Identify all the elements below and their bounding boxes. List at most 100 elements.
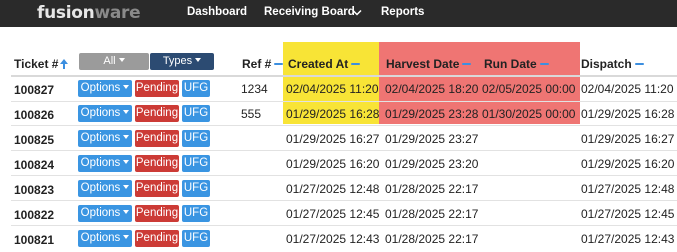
ticket-number[interactable]: 100826 [14, 108, 54, 122]
harvest-cell: 01/28/2025 22:17 [385, 182, 479, 196]
created-cell: 01/27/2025 12:45 [286, 207, 380, 221]
options-button[interactable]: Options [78, 205, 132, 222]
run-cell: 02/05/2025 00:00 [482, 82, 576, 96]
status-badge: Pending [135, 180, 179, 197]
harvest-cell: 01/29/2025 23:20 [385, 157, 479, 171]
dispatch-cell: 01/29/2025 16:27 [581, 132, 675, 146]
options-label: Options [80, 82, 121, 94]
header-created-at[interactable]: Created At [288, 57, 361, 71]
options-label: Options [80, 107, 121, 119]
header-dispatch-label: Dispatch [581, 57, 632, 71]
dispatch-cell: 01/27/2025 12:45 [581, 207, 675, 221]
caret-down-icon [123, 185, 130, 189]
caret-down-icon [123, 210, 130, 214]
type-badge: UFG [182, 180, 210, 197]
row-divider [11, 200, 677, 201]
sort-neutral-icon[interactable] [274, 63, 284, 65]
ticket-number[interactable]: 100824 [14, 158, 54, 172]
harvest-cell: 01/29/2025 23:28 [385, 107, 479, 121]
header-run-date[interactable]: Run Date [484, 57, 549, 71]
table-row[interactable]: 100822 Options Pending UFG 01/27/2025 12… [0, 202, 677, 227]
options-button[interactable]: Options [78, 180, 132, 197]
nav-dashboard-link[interactable]: Dashboard [187, 6, 247, 18]
table-row[interactable]: 100824 Options Pending UFG 01/29/2025 16… [0, 152, 677, 177]
row-divider [11, 125, 677, 126]
ref-cell: 1234 [241, 82, 268, 96]
type-badge: UFG [182, 80, 210, 97]
created-cell: 02/04/2025 11:20 [286, 82, 379, 96]
top-navbar: fusion ware Dashboard Receiving Board Rep… [0, 0, 677, 27]
dispatch-cell: 01/27/2025 12:43 [581, 232, 675, 246]
created-cell: 01/29/2025 16:27 [286, 132, 380, 146]
options-label: Options [80, 157, 121, 169]
status-badge: Pending [135, 80, 179, 97]
options-label: Options [80, 207, 121, 219]
options-label: Options [80, 182, 121, 194]
run-cell: 01/30/2025 00:00 [482, 107, 576, 121]
brand-text-ware: ware [94, 3, 141, 23]
sort-arrow-up-icon[interactable] [60, 59, 69, 69]
options-button[interactable]: Options [78, 105, 132, 122]
dispatch-cell: 01/29/2025 16:20 [581, 157, 675, 171]
header-created-at-label: Created At [288, 57, 349, 71]
row-divider [11, 175, 677, 176]
options-label: Options [80, 232, 121, 244]
types-filter-label: Types [162, 55, 193, 67]
header-dispatch[interactable]: Dispatch [581, 57, 644, 71]
options-button[interactable]: Options [78, 230, 132, 247]
type-badge: UFG [182, 155, 210, 172]
options-label: Options [80, 132, 121, 144]
created-cell: 01/29/2025 16:20 [286, 157, 380, 171]
header-ticket[interactable]: Ticket # [14, 57, 69, 71]
harvest-cell: 02/04/2025 18:20 [385, 82, 479, 96]
brand-text-fusion: fusion [37, 3, 95, 23]
sort-neutral-icon[interactable] [634, 63, 644, 65]
ticket-number[interactable]: 100821 [14, 233, 54, 247]
table-row[interactable]: 100825 Options Pending UFG 01/29/2025 16… [0, 127, 677, 152]
created-cell: 01/29/2025 16:28 [286, 107, 380, 121]
header-harvest-date-label: Harvest Date [386, 57, 460, 71]
sort-neutral-icon[interactable] [462, 63, 472, 65]
header-ref-label: Ref # [242, 57, 272, 71]
header-ticket-label: Ticket # [14, 57, 59, 71]
status-badge: Pending [135, 205, 179, 222]
status-badge: Pending [135, 230, 179, 247]
brand-logo[interactable]: fusion ware [37, 3, 141, 23]
harvest-cell: 01/28/2025 22:17 [385, 207, 479, 221]
caret-down-icon [123, 85, 130, 89]
ticket-number[interactable]: 100822 [14, 208, 54, 222]
all-filter-dropdown[interactable]: All [79, 53, 149, 70]
type-badge: UFG [182, 230, 210, 247]
harvest-cell: 01/28/2025 22:17 [385, 232, 479, 246]
ticket-number[interactable]: 100827 [14, 83, 54, 97]
row-divider [11, 150, 677, 151]
dispatch-cell: 01/29/2025 16:28 [581, 107, 675, 121]
header-run-date-label: Run Date [484, 57, 537, 71]
type-badge: UFG [182, 205, 210, 222]
table-row[interactable]: 100823 Options Pending UFG 01/27/2025 12… [0, 177, 677, 202]
harvest-cell: 01/29/2025 23:27 [385, 132, 479, 146]
table-row[interactable]: 100826 Options Pending UFG 555 01/29/202… [0, 102, 677, 127]
ticket-number[interactable]: 100825 [14, 133, 54, 147]
options-button[interactable]: Options [78, 130, 132, 147]
options-button[interactable]: Options [78, 155, 132, 172]
nav-receiving-board-link[interactable]: Receiving Board [264, 6, 355, 18]
types-filter-dropdown[interactable]: Types [150, 53, 214, 70]
nav-reports-link[interactable]: Reports [381, 6, 424, 18]
caret-down-icon [123, 135, 130, 139]
ticket-number[interactable]: 100823 [14, 183, 54, 197]
caret-down-icon [195, 58, 202, 62]
options-button[interactable]: Options [78, 80, 132, 97]
type-badge: UFG [182, 105, 210, 122]
sort-neutral-icon[interactable] [351, 63, 361, 65]
status-badge: Pending [135, 155, 179, 172]
table-row[interactable]: 100827 Options Pending UFG 1234 02/04/20… [0, 77, 677, 102]
table-row[interactable]: 100821 Options Pending UFG 01/27/2025 12… [0, 227, 677, 252]
header-ref[interactable]: Ref # [242, 57, 284, 71]
chevron-down-icon[interactable] [352, 9, 362, 17]
sort-neutral-icon[interactable] [539, 63, 549, 65]
caret-down-icon [123, 110, 130, 114]
status-badge: Pending [135, 130, 179, 147]
caret-down-icon [118, 58, 125, 62]
header-harvest-date[interactable]: Harvest Date [386, 57, 472, 71]
